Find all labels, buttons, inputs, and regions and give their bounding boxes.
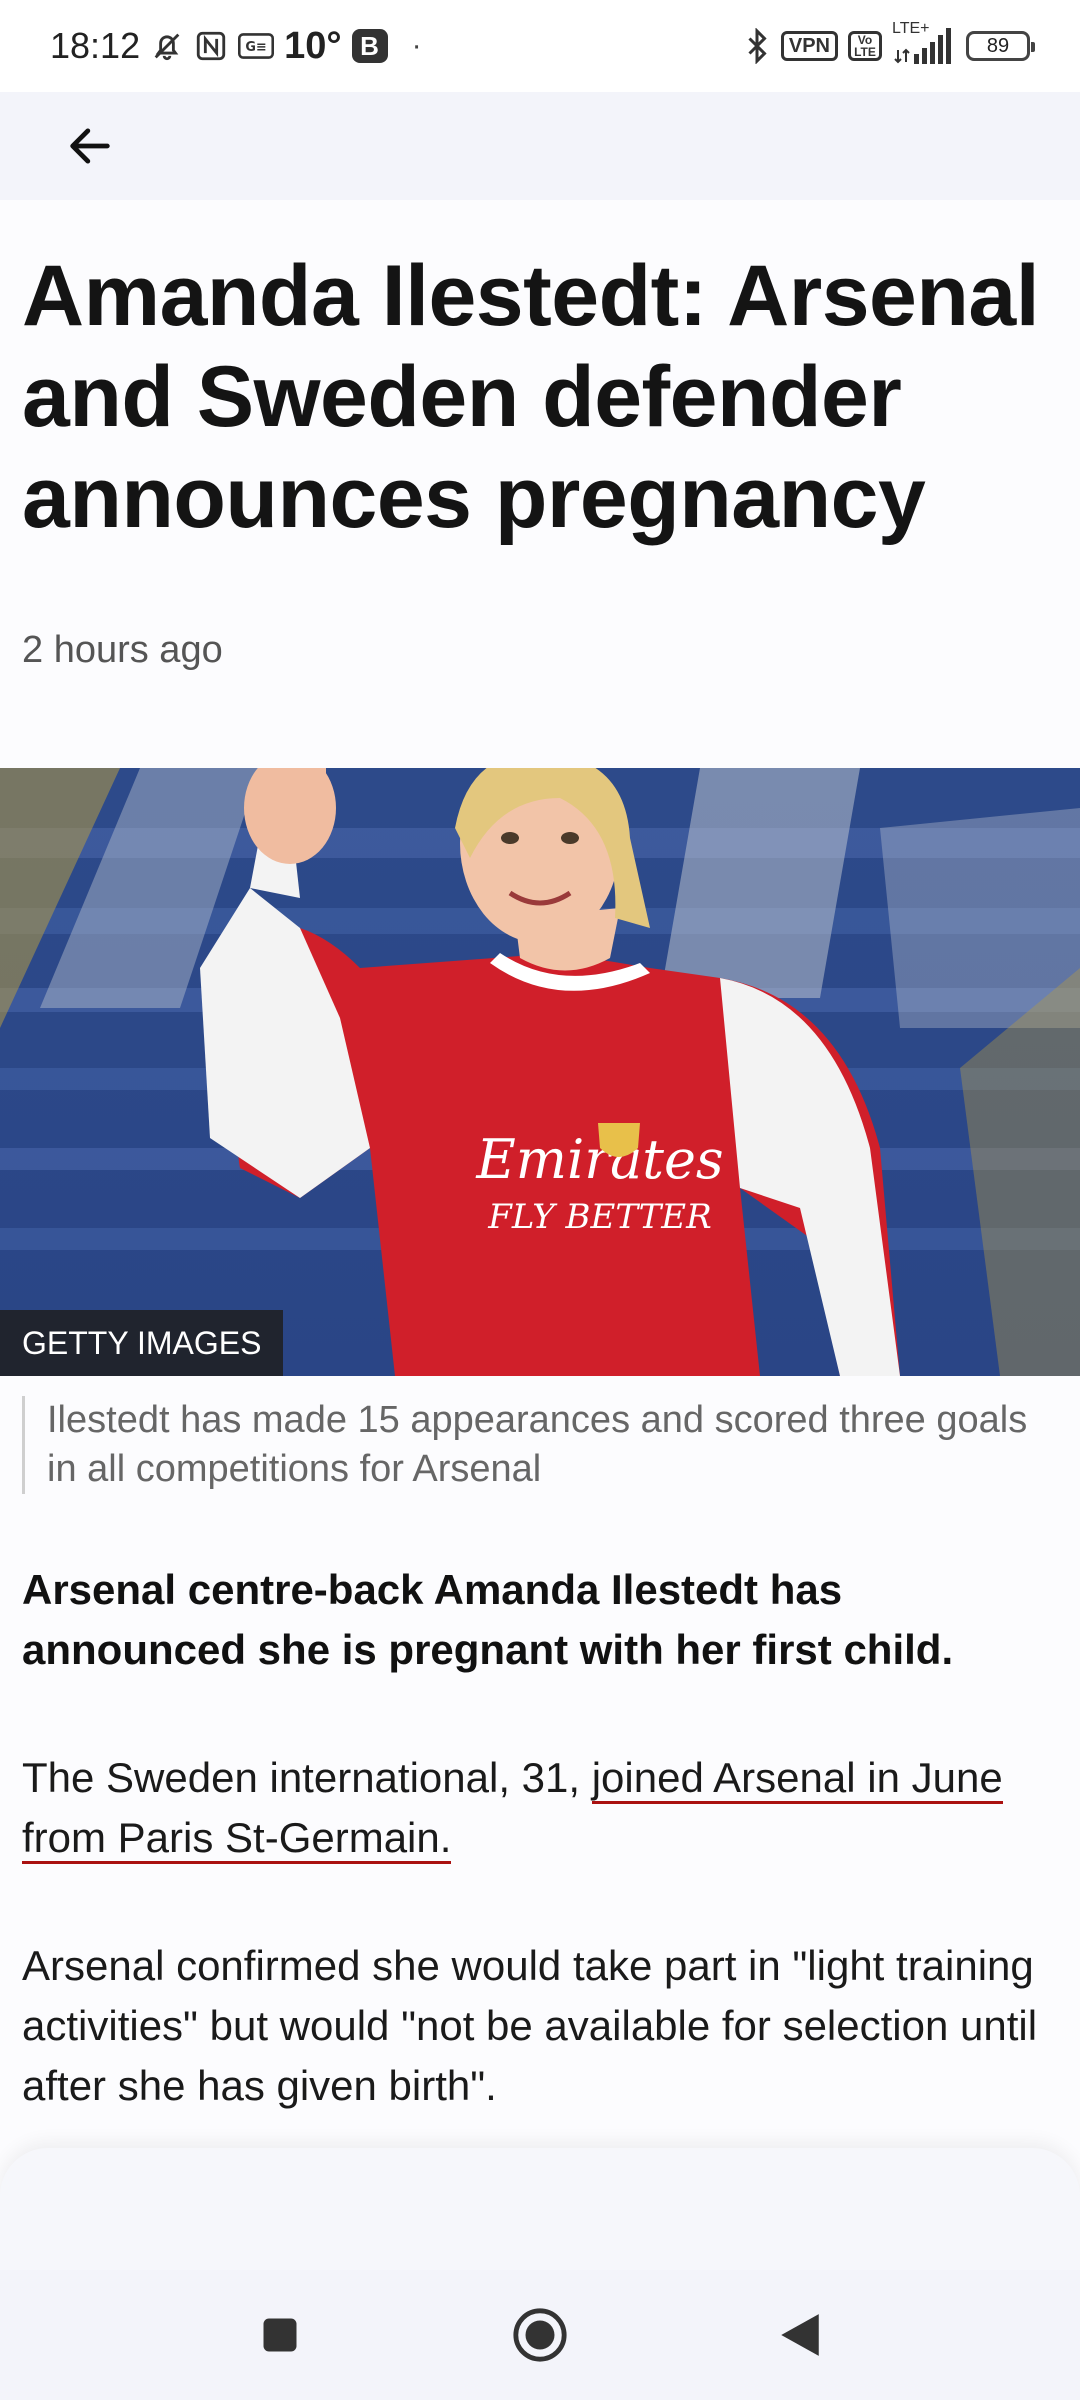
status-bar: 18:12 G≡ 10° B · VPN Vo LTE LTE+ 89: [0, 0, 1080, 92]
article: Amanda Ilestedt: Arsenal and Sweden defe…: [0, 200, 1080, 2140]
home-button[interactable]: [505, 2300, 575, 2370]
volte-badge: Vo LTE: [848, 31, 882, 61]
bluetooth-icon: [743, 28, 771, 64]
back-nav-button[interactable]: [765, 2300, 835, 2370]
svg-text:G≡: G≡: [245, 40, 266, 55]
status-bar-right: VPN Vo LTE LTE+ 89: [743, 20, 1035, 66]
article-headline: Amanda Ilestedt: Arsenal and Sweden defe…: [22, 248, 1040, 546]
signal-icon: LTE+: [892, 20, 956, 66]
vpn-badge: VPN: [780, 31, 838, 61]
article-paragraph-1: The Sweden international, 31, joined Ars…: [22, 1748, 1062, 1868]
image-credit: GETTY IMAGES: [0, 1310, 284, 1376]
status-dot: ·: [411, 29, 422, 62]
recents-square-icon: [263, 2318, 297, 2352]
home-circle-icon: [513, 2308, 567, 2362]
player-photo: Emirates FLY BETTER: [0, 768, 1080, 1376]
system-nav-bar: [0, 2270, 1080, 2400]
top-app-bar: [0, 92, 1080, 200]
back-button[interactable]: [40, 96, 140, 196]
image-caption: Ilestedt has made 15 appearances and sco…: [22, 1396, 1042, 1494]
ge-icon: G≡: [238, 31, 275, 61]
bottom-panel: [0, 2148, 1080, 2278]
back-triangle-icon: [781, 2314, 819, 2356]
status-time: 18:12: [50, 25, 141, 66]
article-lead: Arsenal centre-back Amanda Ilestedt has …: [22, 1566, 954, 1673]
lte-label: LTE+: [892, 20, 930, 37]
paragraph-1-text: The Sweden international, 31,: [22, 1754, 592, 1801]
article-timestamp: 2 hours ago: [22, 629, 223, 671]
status-temperature: 10°: [284, 24, 342, 67]
article-paragraph-2: Arsenal confirmed she would take part in…: [22, 1942, 1038, 2109]
status-b-badge: B: [351, 29, 388, 63]
nfc-icon: [194, 29, 228, 63]
status-bar-left: 18:12 G≡ 10° B ·: [50, 25, 422, 68]
arrow-left-icon: [70, 128, 110, 164]
recents-button[interactable]: [245, 2300, 315, 2370]
battery-indicator: 89: [966, 31, 1035, 61]
article-hero-image[interactable]: Emirates FLY BETTER GETTY IMAGES: [0, 768, 1080, 1376]
svg-text:FLY BETTER: FLY BETTER: [487, 1197, 711, 1237]
mute-bell-icon: [150, 29, 184, 63]
